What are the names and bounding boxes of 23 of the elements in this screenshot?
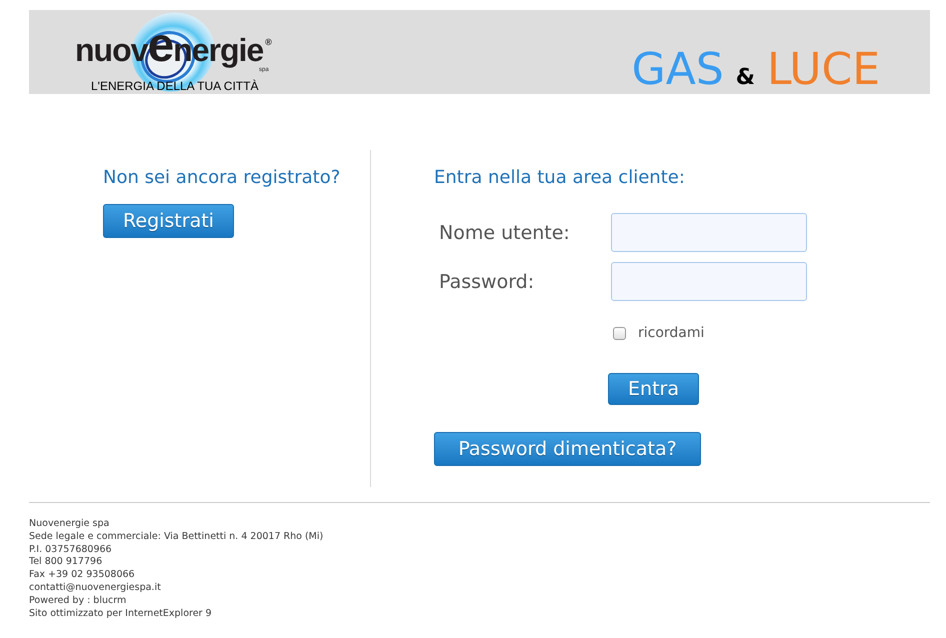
footer-line: Powered by : blucrm: [29, 594, 126, 608]
register-heading: Non sei ancora registrato?: [103, 166, 340, 190]
title-word: GAS: [632, 48, 724, 92]
footer-line: Tel 800 917796: [29, 556, 102, 570]
login-heading: Entra nella tua area cliente:: [434, 166, 685, 190]
login-button[interactable]: Entra: [608, 373, 699, 405]
footer-line: Sede legale e commerciale: Via Bettinetti n. 4 20017 Rho (Mi): [29, 530, 324, 544]
footer-line: Nuovenergie spa: [29, 518, 110, 531]
footer-line: P.I. 03757680966: [29, 544, 112, 556]
title-word: LUCE: [766, 48, 880, 92]
footer-line: contatti@nuovenergiespa.it: [29, 582, 161, 595]
title-ampersand: &: [736, 67, 755, 89]
footer-line: Sito ottimizzato per InternetExplorer 9: [29, 608, 212, 620]
register-button[interactable]: Registrati: [103, 204, 234, 238]
forgot-password-button[interactable]: Password dimenticata?: [434, 432, 701, 466]
logo-tagline: L'ENERGIA DELLA TUA CITTÀ: [91, 79, 258, 93]
remember-checkbox[interactable]: [613, 326, 626, 340]
footer-line: Fax +39 02 93508066: [29, 569, 135, 582]
remember-label: ricordami: [638, 324, 704, 342]
input-field[interactable]: [611, 262, 807, 301]
input-field[interactable]: [611, 213, 807, 252]
field-label: Nome utente:: [439, 220, 570, 244]
field-label: Password:: [439, 270, 534, 294]
